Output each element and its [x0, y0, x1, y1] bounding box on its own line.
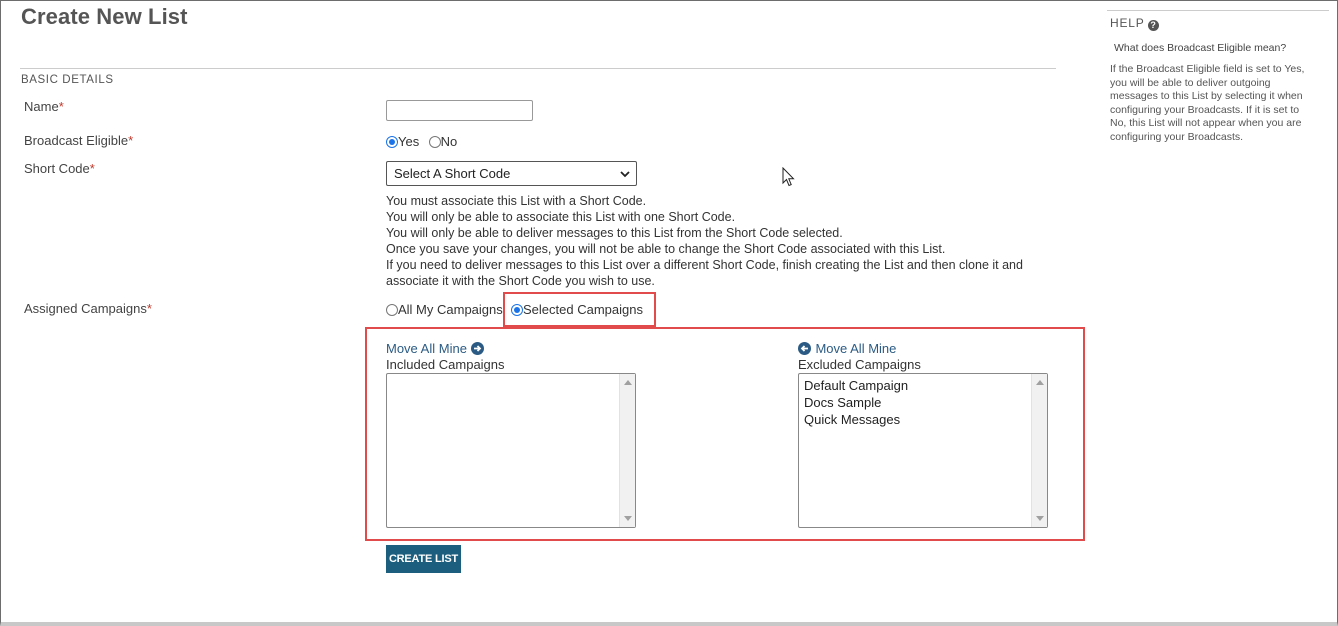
- chevron-down-icon: [620, 171, 630, 178]
- included-campaigns-label: Included Campaigns: [386, 357, 505, 372]
- section-heading: BASIC DETAILS: [21, 74, 114, 86]
- assigned-selected-label[interactable]: Selected Campaigns: [523, 302, 643, 317]
- assigned-campaigns-label-text: Assigned Campaigns: [24, 301, 147, 316]
- included-scrollbar[interactable]: [619, 374, 635, 527]
- help-answer-line: you will be able to deliver outgoing: [1110, 76, 1271, 89]
- short-code-info: You must associate this List with a Shor…: [386, 193, 1023, 289]
- help-question[interactable]: What does Broadcast Eligible mean?: [1114, 42, 1286, 54]
- short-code-label-text: Short Code: [24, 161, 90, 176]
- info-line: associate it with the Short Code you wis…: [386, 274, 655, 288]
- required-mark: *: [146, 301, 152, 316]
- scroll-up-icon[interactable]: [1036, 380, 1044, 385]
- name-label: Name*: [24, 99, 64, 114]
- create-list-button[interactable]: CREATE LIST: [386, 545, 461, 573]
- help-answer-line: If the Broadcast Eligible field is set t…: [1110, 63, 1305, 75]
- arrow-circle-left-icon[interactable]: [798, 342, 811, 355]
- excluded-campaigns-listbox[interactable]: Default Campaign Docs Sample Quick Messa…: [798, 373, 1048, 528]
- question-circle-icon[interactable]: ?: [1147, 20, 1159, 31]
- excluded-scrollbar[interactable]: [1031, 374, 1047, 527]
- short-code-selected-value: Select A Short Code: [394, 166, 511, 181]
- info-line: You must associate this List with a Shor…: [386, 194, 647, 208]
- move-all-included-link[interactable]: Move All Mine: [386, 340, 485, 358]
- list-item[interactable]: Docs Sample: [799, 394, 1047, 411]
- help-answer-line: messages to this List by selecting it wh…: [1110, 90, 1303, 103]
- name-input[interactable]: [386, 100, 533, 121]
- broadcast-no-radio[interactable]: [428, 136, 441, 148]
- list-item[interactable]: Quick Messages: [799, 411, 1047, 428]
- section-divider: [20, 68, 1056, 69]
- move-all-excluded-label[interactable]: Move All Mine: [815, 341, 896, 356]
- assigned-campaigns-label: Assigned Campaigns*: [24, 301, 152, 316]
- scroll-down-icon[interactable]: [1036, 516, 1044, 521]
- info-line: You will only be able to deliver message…: [386, 226, 843, 240]
- assigned-all-option[interactable]: All My Campaigns: [386, 301, 503, 319]
- assigned-selected-radio[interactable]: [511, 304, 523, 316]
- assigned-all-label[interactable]: All My Campaigns: [398, 302, 503, 317]
- required-mark: *: [128, 133, 134, 148]
- name-label-text: Name: [24, 99, 59, 114]
- help-title: HELP: [1110, 16, 1145, 30]
- required-mark: *: [89, 161, 95, 176]
- short-code-label: Short Code*: [24, 161, 95, 176]
- help-answer: If the Broadcast Eligible field is set t…: [1110, 63, 1328, 145]
- move-all-excluded-link[interactable]: Move All Mine: [798, 340, 896, 358]
- move-all-included-label[interactable]: Move All Mine: [386, 341, 467, 356]
- scroll-down-icon[interactable]: [624, 516, 632, 521]
- broadcast-eligible-radio-group: Yes No: [386, 133, 457, 151]
- info-line: If you need to deliver messages to this …: [386, 258, 1023, 272]
- help-divider: [1107, 10, 1329, 11]
- mouse-cursor-icon: [782, 167, 795, 187]
- list-item[interactable]: Default Campaign: [799, 377, 1047, 394]
- assigned-all-radio[interactable]: [386, 304, 398, 316]
- included-campaigns-listbox[interactable]: [386, 373, 636, 528]
- arrow-circle-right-icon[interactable]: [471, 342, 485, 355]
- scroll-up-icon[interactable]: [624, 380, 632, 385]
- assigned-selected-option[interactable]: Selected Campaigns: [511, 301, 643, 319]
- help-answer-line: configuring your Broadcasts.: [1110, 130, 1244, 143]
- help-heading: HELP?: [1110, 16, 1159, 31]
- broadcast-yes-label[interactable]: Yes: [398, 134, 419, 149]
- broadcast-eligible-label-text: Broadcast Eligible: [24, 133, 129, 148]
- excluded-campaigns-label: Excluded Campaigns: [798, 357, 921, 372]
- help-answer-line: configuring your Broadcasts. If it is se…: [1110, 103, 1300, 116]
- short-code-select[interactable]: Select A Short Code: [386, 161, 637, 186]
- page-title: Create New List: [21, 4, 188, 29]
- info-line: Once you save your changes, you will not…: [386, 242, 946, 256]
- broadcast-no-label[interactable]: No: [441, 134, 458, 149]
- info-line: You will only be able to associate this …: [386, 210, 736, 224]
- help-answer-line: No, this List will not appear when you a…: [1110, 117, 1302, 130]
- broadcast-yes-radio[interactable]: [386, 136, 398, 148]
- required-mark: *: [58, 99, 64, 114]
- broadcast-eligible-label: Broadcast Eligible*: [24, 133, 133, 148]
